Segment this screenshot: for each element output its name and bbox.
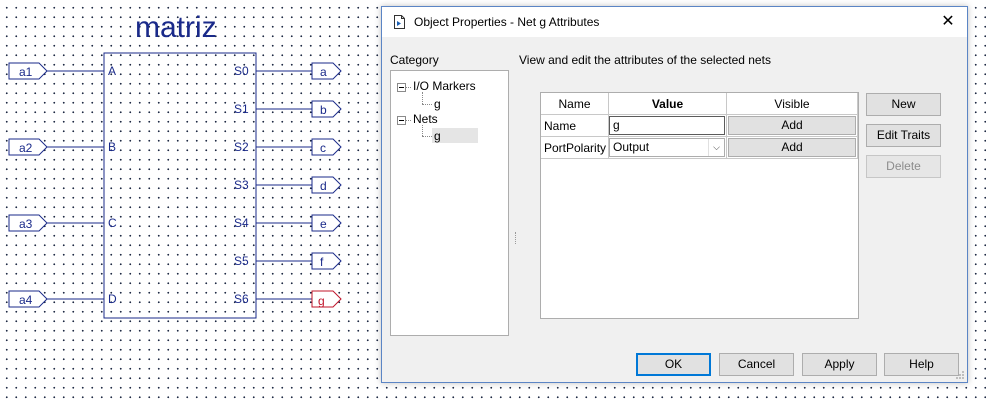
tree-item-nets-g[interactable]: g <box>434 129 441 143</box>
output-pin-s3[interactable]: S3 <box>234 178 312 192</box>
input-pin-c[interactable]: C <box>47 216 117 230</box>
svg-text:S3: S3 <box>234 178 249 192</box>
description-text: View and edit the attributes of the sele… <box>519 53 771 67</box>
schematic-canvas[interactable]: matriz A B C D a1 a2 a3 a4 S0 a S1 b S2 … <box>0 0 380 401</box>
new-button[interactable]: New <box>866 93 941 116</box>
column-header-name[interactable]: Name <box>541 94 608 114</box>
collapse-icon[interactable] <box>397 83 406 92</box>
pin-label-B: B <box>108 140 116 154</box>
resize-grip-icon[interactable] <box>955 370 965 380</box>
schematic-title: matriz <box>135 11 217 44</box>
input-marker-a2[interactable]: a2 <box>8 138 48 156</box>
dialog-title: Object Properties - Net g Attributes <box>414 15 600 29</box>
svg-text:a: a <box>320 65 327 79</box>
category-tree[interactable]: I/O Markers g Nets g <box>390 70 509 336</box>
input-marker-a4[interactable]: a4 <box>8 290 48 308</box>
svg-text:a2: a2 <box>19 141 33 155</box>
value-name-field[interactable]: g <box>609 116 725 135</box>
dialog-titlebar[interactable]: Object Properties - Net g Attributes ✕ <box>382 7 967 37</box>
output-marker-a[interactable]: a <box>311 62 342 80</box>
tree-item-io-g[interactable]: g <box>434 97 441 111</box>
svg-text:e: e <box>320 217 327 231</box>
category-label: Category <box>390 53 439 67</box>
splitter-handle[interactable] <box>515 232 518 244</box>
svg-text:S4: S4 <box>234 216 249 230</box>
output-pin-s5[interactable]: S5 <box>234 254 312 268</box>
delete-button: Delete <box>866 155 941 178</box>
input-marker-a3[interactable]: a3 <box>8 214 48 232</box>
app-icon <box>394 15 405 29</box>
cancel-button[interactable]: Cancel <box>719 353 794 376</box>
input-pin-a[interactable]: A <box>47 64 116 78</box>
add-visible-button-name[interactable]: Add <box>728 116 856 135</box>
svg-text:b: b <box>320 103 327 117</box>
chevron-down-icon[interactable]: ⌵ <box>708 139 724 156</box>
pin-label-A: A <box>108 64 116 78</box>
svg-text:S5: S5 <box>234 254 249 268</box>
add-visible-button-portpolarity[interactable]: Add <box>728 138 856 157</box>
output-pin-s2[interactable]: S2 <box>234 140 312 154</box>
output-marker-g-selected[interactable]: g <box>311 290 342 308</box>
attributes-grid[interactable]: Name Value Visible Name g Add PortPolari… <box>540 92 859 319</box>
input-pin-b[interactable]: B <box>47 140 116 154</box>
output-marker-c[interactable]: c <box>311 138 342 156</box>
close-icon[interactable]: ✕ <box>937 11 959 33</box>
output-marker-d[interactable]: d <box>311 176 342 194</box>
column-header-visible[interactable]: Visible <box>727 94 857 114</box>
row-name-label: Name <box>544 119 577 133</box>
pin-label-C: C <box>108 216 117 230</box>
tree-item-io-markers[interactable]: I/O Markers <box>413 79 476 93</box>
tree-item-nets[interactable]: Nets <box>413 112 438 126</box>
help-button[interactable]: Help <box>884 353 959 376</box>
input-pin-d[interactable]: D <box>47 292 117 306</box>
input-marker-a1[interactable]: a1 <box>8 62 48 80</box>
object-properties-dialog: Object Properties - Net g Attributes ✕ C… <box>381 6 968 383</box>
apply-button[interactable]: Apply <box>802 353 877 376</box>
output-marker-b[interactable]: b <box>311 100 342 118</box>
output-pin-s6[interactable]: S6 <box>234 292 312 306</box>
svg-text:a4: a4 <box>19 293 33 307</box>
portpolarity-selected-value: Output <box>613 140 650 154</box>
output-marker-f[interactable]: f <box>311 252 342 270</box>
svg-text:a3: a3 <box>19 217 33 231</box>
svg-text:S2: S2 <box>234 140 249 154</box>
portpolarity-select[interactable]: Output ⌵ <box>609 138 725 157</box>
svg-text:a1: a1 <box>19 65 33 79</box>
output-marker-e[interactable]: e <box>311 214 342 232</box>
output-pin-s4[interactable]: S4 <box>234 216 312 230</box>
ok-button[interactable]: OK <box>636 353 711 376</box>
svg-text:g: g <box>318 294 325 308</box>
pin-label-D: D <box>108 292 117 306</box>
svg-text:S0: S0 <box>234 64 249 78</box>
svg-text:S1: S1 <box>234 102 249 116</box>
edit-traits-button[interactable]: Edit Traits <box>866 124 941 147</box>
output-pin-s1[interactable]: S1 <box>234 102 312 116</box>
svg-text:c: c <box>320 141 326 155</box>
collapse-icon[interactable] <box>397 116 406 125</box>
svg-text:S6: S6 <box>234 292 249 306</box>
column-header-value[interactable]: Value <box>609 94 726 114</box>
output-pin-s0[interactable]: S0 <box>234 64 312 78</box>
row-portpolarity-label: PortPolarity <box>544 141 607 155</box>
svg-text:d: d <box>320 179 327 193</box>
